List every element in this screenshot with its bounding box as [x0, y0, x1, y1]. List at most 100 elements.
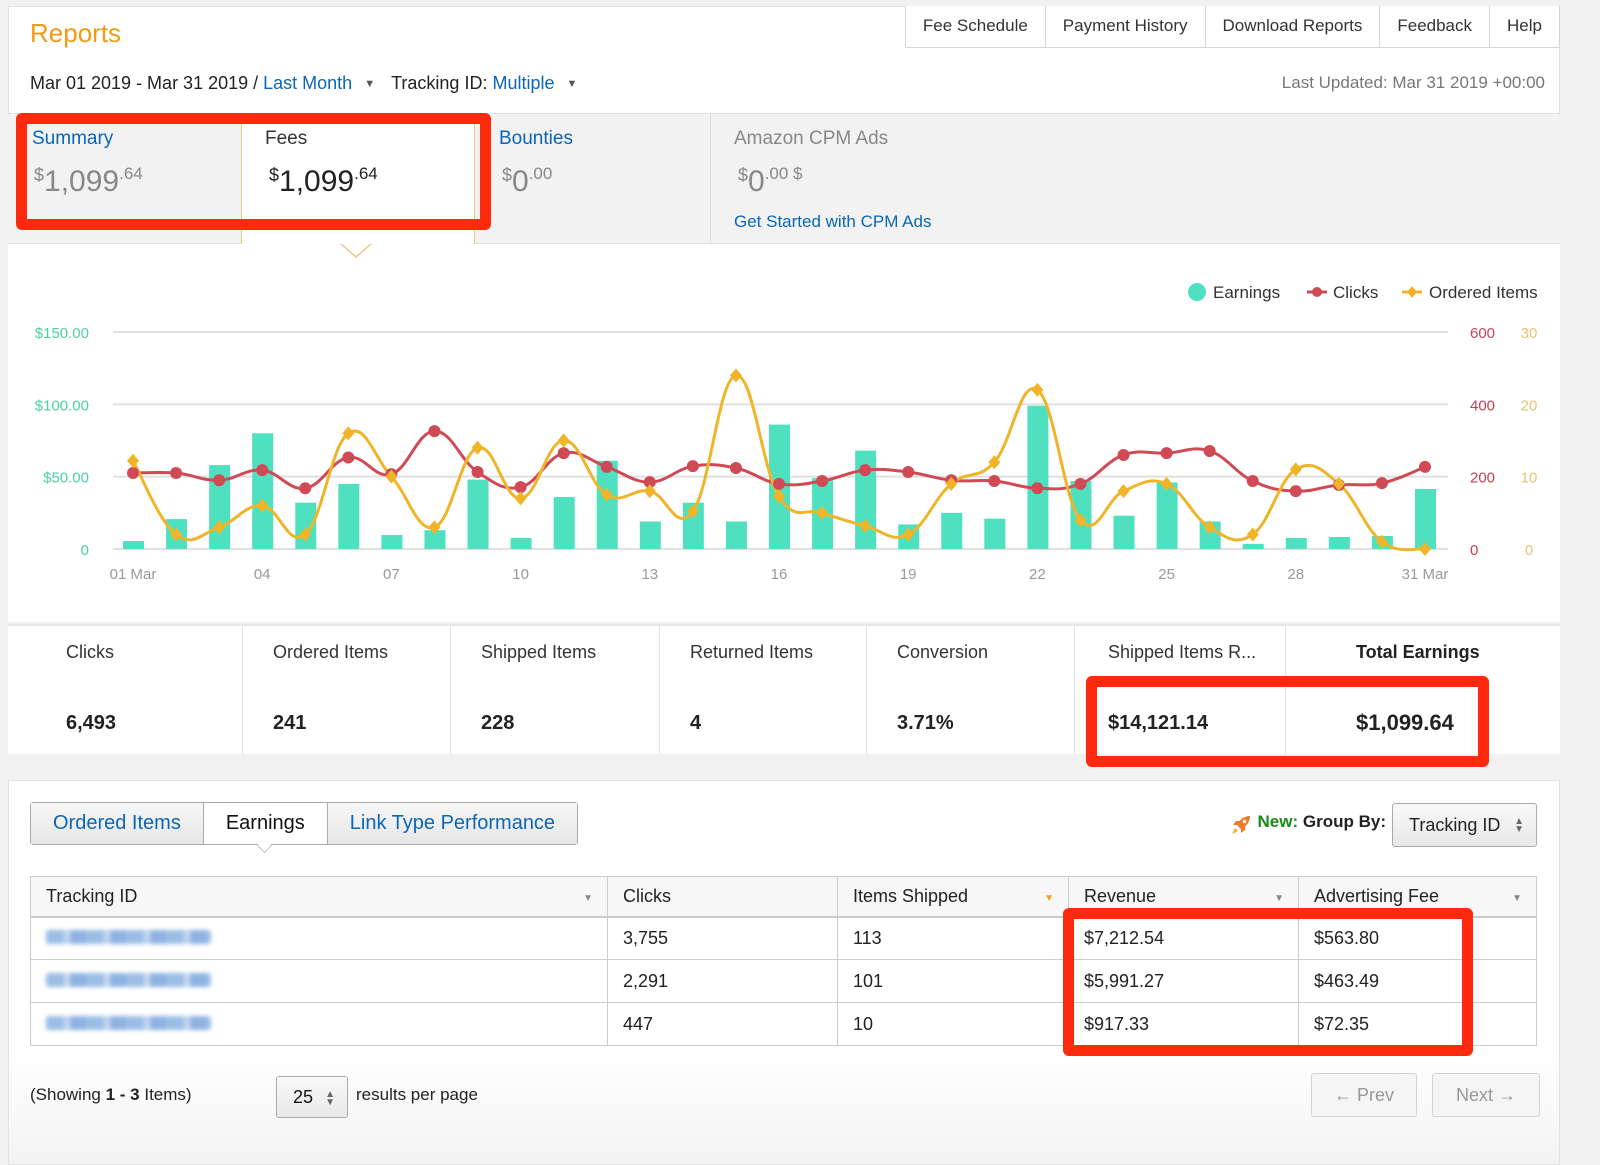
summary-cards: Summary $1,099.64 Fees $1,099.64 Bountie…: [8, 114, 1560, 250]
earnings-bar: [252, 433, 274, 549]
nav-download-reports[interactable]: Download Reports: [1205, 6, 1381, 48]
cell-tracking-id[interactable]: [30, 1002, 608, 1046]
blurred-tracking-id: [46, 972, 211, 987]
cell-tracking-id[interactable]: [30, 959, 608, 1003]
col-tracking-id[interactable]: Tracking ID ▼: [30, 876, 608, 918]
chevron-down-icon[interactable]: ▼: [364, 78, 375, 90]
group-by-select[interactable]: Tracking ID ▲ ▼: [1392, 803, 1537, 847]
chevron-down-icon[interactable]: ▼: [566, 78, 577, 90]
tab-ordered-items[interactable]: Ordered Items: [31, 803, 204, 844]
earnings-bar: [941, 512, 963, 549]
updown-icon: ▲ ▼: [1514, 816, 1524, 835]
metric-shipped-items: Shipped Items 228: [451, 626, 660, 754]
group-by-label: New: Group By:: [1257, 812, 1386, 831]
cell-clicks: 3,755: [607, 916, 838, 960]
date-preset-dropdown[interactable]: Last Month: [263, 73, 352, 93]
metric-value: 4: [690, 712, 702, 734]
metric-label: Conversion: [897, 642, 989, 662]
card-bounties-title[interactable]: Bounties: [499, 128, 573, 150]
nav-payment-history[interactable]: Payment History: [1045, 6, 1206, 48]
table-row: 447 10 $917.33 $72.35: [30, 1002, 1537, 1046]
clicks-point: [514, 481, 527, 494]
last-updated: Last Updated: Mar 31 2019 +00:00: [1281, 73, 1545, 92]
metric-value: 6,493: [66, 712, 117, 734]
earnings-bar: [1156, 482, 1178, 549]
tracking-id-dropdown[interactable]: Multiple: [492, 73, 554, 93]
ordered-items-point: [514, 491, 527, 506]
nav-fee-schedule[interactable]: Fee Schedule: [904, 6, 1046, 48]
x-tick-label: 19: [900, 566, 917, 583]
x-tick-label: 01 Mar: [110, 566, 157, 583]
clicks-point: [686, 460, 699, 473]
cell-advertising-fee: $72.35: [1298, 1002, 1537, 1046]
filter-row: Mar 01 2019 - Mar 31 2019 / Last Month ▼ T…: [30, 73, 593, 94]
clicks-point: [816, 475, 829, 488]
showing-count: (Showing 1 - 3 Items): [30, 1085, 192, 1104]
clicks-point: [988, 475, 1001, 488]
rocket-icon: [1232, 816, 1250, 834]
metric-shipped-items-revenue: Shipped Items R... $14,121.14: [1075, 626, 1286, 754]
nav-feedback[interactable]: Feedback: [1380, 6, 1491, 48]
sort-icon: ▼: [1044, 893, 1054, 904]
x-tick-label: 04: [254, 566, 271, 583]
legend-items-label: Ordered Items: [1429, 283, 1538, 302]
metric-total-earnings: Total Earnings $1,099.64: [1286, 626, 1560, 754]
earnings-bar: [338, 483, 360, 549]
card-summary-title[interactable]: Summary: [32, 128, 113, 150]
blurred-tracking-id: [46, 929, 211, 944]
cell-items-shipped: 101: [837, 959, 1069, 1003]
table-header-row: Tracking ID ▼ Clicks Items Shipped ▼ Reven…: [30, 876, 1537, 918]
next-page-button[interactable]: Next →: [1432, 1073, 1540, 1117]
card-bounties[interactable]: Bounties $0.00: [475, 114, 710, 243]
earnings-bar: [725, 521, 747, 549]
card-cpm-title: Amazon CPM Ads: [734, 128, 889, 149]
clicks-point: [428, 425, 441, 438]
y-left-tick-label: $150.00: [35, 325, 89, 342]
metric-label: Shipped Items R...: [1108, 642, 1257, 662]
sort-icon: ▼: [583, 893, 593, 904]
y-right-clicks-tick-label: 600: [1470, 325, 1495, 342]
cell-items-shipped: 10: [837, 1002, 1069, 1046]
col-revenue[interactable]: Revenue ▼: [1068, 876, 1299, 918]
table-row: 2,291 101 $5,991.27 $463.49: [30, 959, 1537, 1003]
clicks-point: [170, 467, 183, 480]
metric-label: Shipped Items: [481, 642, 597, 662]
earnings-chart: 0 0 0 $50.00 200 10 $100.00 400 20 $150.00 600 30 01…: [35, 283, 1538, 583]
cell-advertising-fee: $463.49: [1298, 959, 1537, 1003]
legend-items-icon: [1407, 286, 1417, 298]
earnings-bar: [1415, 488, 1436, 549]
card-fees-value: $1,099.64: [269, 164, 378, 198]
x-tick-label: 22: [1029, 566, 1046, 583]
card-summary[interactable]: Summary $1,099.64: [8, 114, 241, 243]
updown-icon: ▲ ▼: [325, 1089, 335, 1108]
per-page-select[interactable]: 25 ▲ ▼: [276, 1076, 348, 1118]
metric-value: 3.71%: [897, 712, 954, 734]
y-left-tick-label: $100.00: [35, 397, 89, 414]
metric-value: 241: [273, 712, 307, 734]
cpm-get-started-link[interactable]: Get Started with CPM Ads: [734, 212, 931, 232]
col-advertising-fee[interactable]: Advertising Fee ▼: [1298, 876, 1537, 918]
y-right-items-tick-label: 0: [1525, 542, 1533, 559]
col-clicks[interactable]: Clicks: [607, 876, 838, 918]
clicks-point: [299, 482, 312, 495]
clicks-point: [256, 464, 269, 477]
tab-earnings[interactable]: Earnings: [203, 803, 328, 844]
card-fees[interactable]: Fees $1,099.64: [241, 114, 475, 250]
col-items-shipped[interactable]: Items Shipped ▼: [837, 876, 1069, 918]
prev-page-button[interactable]: ← Prev: [1311, 1073, 1417, 1117]
metric-value: $14,121.14: [1108, 712, 1209, 734]
earnings-bar: [1328, 536, 1350, 549]
tab-link-type-performance[interactable]: Link Type Performance: [327, 803, 578, 844]
cell-tracking-id[interactable]: [30, 916, 608, 960]
ordered-items-point: [557, 433, 570, 448]
x-tick-label: 28: [1287, 566, 1304, 583]
nav-help[interactable]: Help: [1490, 6, 1560, 48]
table-row: 3,755 113 $7,212.54 $563.80: [30, 916, 1537, 960]
earnings-table: Tracking ID ▼ Clicks Items Shipped ▼ Reven…: [30, 876, 1537, 1046]
y-left-tick-label: 0: [81, 542, 89, 559]
clicks-point: [600, 460, 613, 473]
page-title: Reports: [30, 18, 122, 48]
clicks-point: [729, 461, 742, 474]
clicks-point: [859, 464, 872, 477]
earnings-bar: [596, 460, 618, 549]
